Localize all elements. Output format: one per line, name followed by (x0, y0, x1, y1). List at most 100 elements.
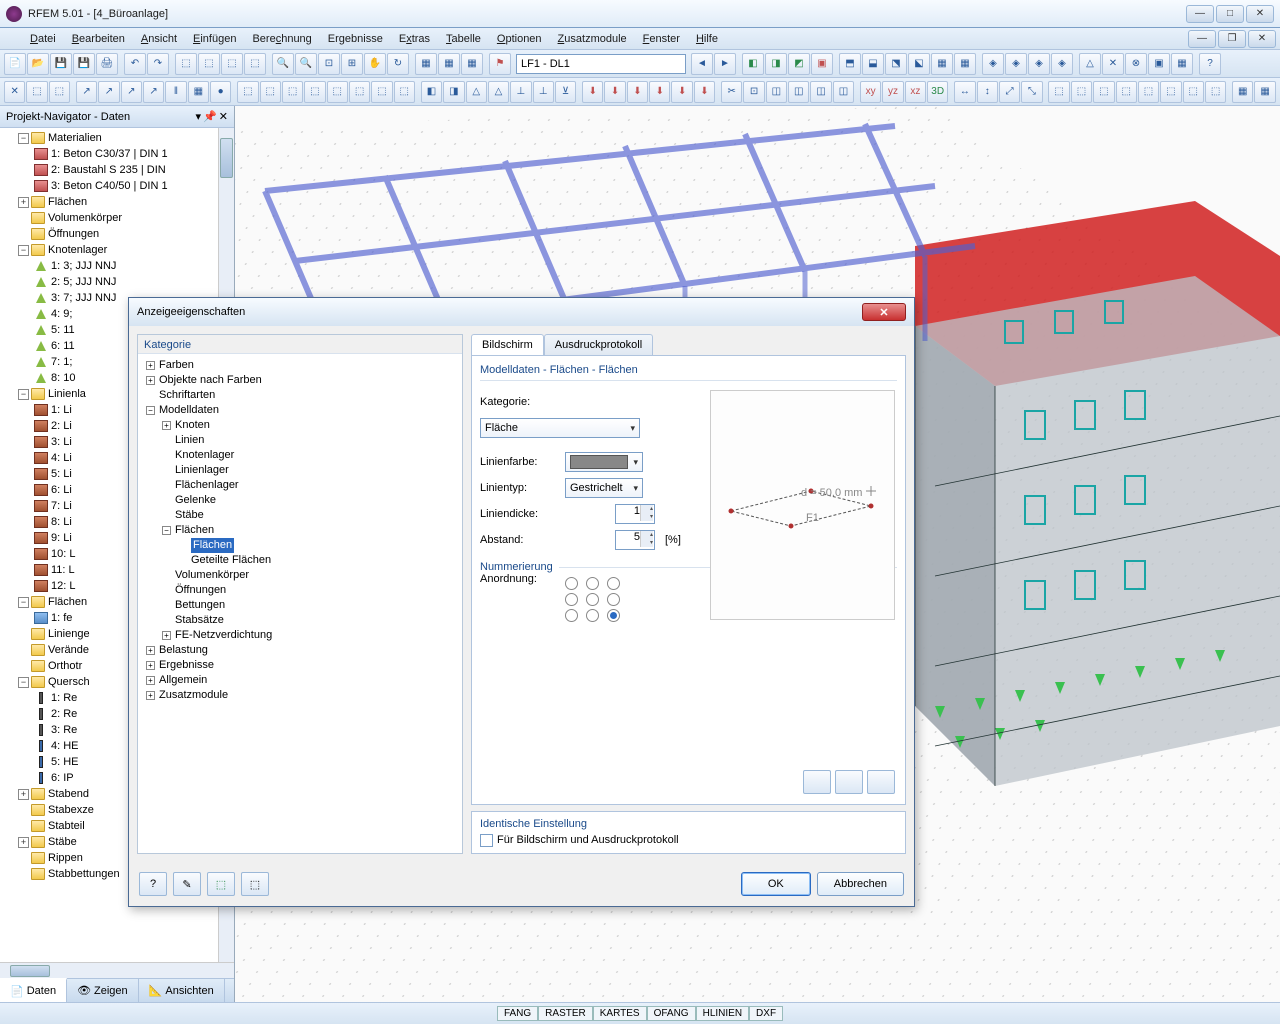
identical-checkbox[interactable] (480, 834, 493, 847)
t2-22[interactable]: △ (488, 81, 509, 103)
t2-5[interactable]: ↗ (98, 81, 119, 103)
tb-save[interactable]: 💾 (50, 53, 72, 75)
t2-20[interactable]: ◨ (443, 81, 464, 103)
tb-open[interactable]: 📂 (27, 53, 49, 75)
menu-fenster[interactable]: Fenster (637, 31, 686, 47)
t2-21[interactable]: △ (466, 81, 487, 103)
menu-zusatzmodule[interactable]: Zusatzmodule (552, 31, 633, 47)
tb-v2[interactable]: ⬓ (862, 53, 884, 75)
pos-bc[interactable] (586, 609, 599, 622)
tb-m2[interactable]: ✕ (1102, 53, 1124, 75)
t2-51[interactable]: ⬚ (1160, 81, 1181, 103)
tb-tb3[interactable]: ▦ (461, 53, 483, 75)
tb-v1[interactable]: ⬒ (839, 53, 861, 75)
nav-close-icon[interactable]: ✕ (219, 110, 228, 123)
tb-c2[interactable]: ◨ (765, 53, 787, 75)
dialog-close-button[interactable]: ✕ (862, 303, 906, 321)
t2-35[interactable]: ◫ (788, 81, 809, 103)
t2-8[interactable]: ‖ (165, 81, 186, 103)
tb-m4[interactable]: ▣ (1148, 53, 1170, 75)
spin-abstand[interactable]: 5 (615, 530, 655, 550)
tb-print[interactable]: 🖨 (96, 53, 118, 75)
tb-e1[interactable]: ◈ (982, 53, 1004, 75)
combo-linientyp[interactable]: Gestrichelt (565, 478, 643, 498)
tb-e3[interactable]: ◈ (1028, 53, 1050, 75)
spin-liniendicke[interactable]: 1 (615, 504, 655, 524)
tb-zoom4[interactable]: ⊞ (341, 53, 363, 75)
t2-52[interactable]: ⬚ (1183, 81, 1204, 103)
t2-28[interactable]: ⬇ (627, 81, 648, 103)
menu-ansicht[interactable]: Ansicht (135, 31, 183, 47)
tb-t4[interactable]: ⬚ (244, 53, 266, 75)
menu-hilfe[interactable]: Hilfe (690, 31, 724, 47)
mdi-restore[interactable]: ❐ (1218, 30, 1246, 48)
save-settings-button[interactable]: ⬚ (241, 872, 269, 896)
t2-39[interactable]: yz (882, 81, 903, 103)
t2-49[interactable]: ⬚ (1116, 81, 1137, 103)
tb-h1[interactable]: ? (1199, 53, 1221, 75)
pos-ml[interactable] (565, 593, 578, 606)
status-fang[interactable]: FANG (497, 1006, 538, 1021)
tool-settings-button[interactable] (867, 770, 895, 794)
combo-kategorie[interactable]: Fläche (480, 418, 640, 438)
default-button[interactable]: ⬚ (207, 872, 235, 896)
t2-26[interactable]: ⬇ (582, 81, 603, 103)
t2-15[interactable]: ⬚ (327, 81, 348, 103)
t2-29[interactable]: ⬇ (649, 81, 670, 103)
ok-button[interactable]: OK (741, 872, 811, 896)
status-ofang[interactable]: OFANG (647, 1006, 696, 1021)
t2-48[interactable]: ⬚ (1093, 81, 1114, 103)
nav-tab-daten[interactable]: 📄Daten (0, 978, 67, 1002)
menu-berechnung[interactable]: Berechnung (246, 31, 317, 47)
tb-redo[interactable]: ↷ (147, 53, 169, 75)
t2-13[interactable]: ⬚ (282, 81, 303, 103)
pos-mc[interactable] (586, 593, 599, 606)
tb-zoom5[interactable]: ✋ (364, 53, 386, 75)
t2-30[interactable]: ⬇ (671, 81, 692, 103)
tb-zoom6[interactable]: ↻ (387, 53, 409, 75)
t2-38[interactable]: xy (860, 81, 881, 103)
status-dxf[interactable]: DXF (749, 1006, 783, 1021)
status-raster[interactable]: RASTER (538, 1006, 593, 1021)
edit-button[interactable]: ✎ (173, 872, 201, 896)
t2-11[interactable]: ⬚ (237, 81, 258, 103)
pos-br[interactable] (607, 609, 620, 622)
tb-m5[interactable]: ▦ (1171, 53, 1193, 75)
t2-45[interactable]: ⤡ (1021, 81, 1042, 103)
t2-17[interactable]: ⬚ (371, 81, 392, 103)
status-hlinien[interactable]: HLINIEN (696, 1006, 749, 1021)
cancel-button[interactable]: Abbrechen (817, 872, 904, 896)
menu-tabelle[interactable]: Tabelle (440, 31, 487, 47)
t2-34[interactable]: ◫ (766, 81, 787, 103)
nav-tab-ansichten[interactable]: 📐Ansichten (139, 979, 225, 1002)
combo-linienfarbe[interactable] (565, 452, 643, 472)
menu-optionen[interactable]: Optionen (491, 31, 548, 47)
t2-16[interactable]: ⬚ (349, 81, 370, 103)
tool-font-button[interactable] (835, 770, 863, 794)
tb-saveall[interactable]: 💾 (73, 53, 95, 75)
unpin-icon[interactable]: 📌 (203, 110, 217, 123)
t2-14[interactable]: ⬚ (304, 81, 325, 103)
t2-41[interactable]: 3D (927, 81, 948, 103)
tool-axis-button[interactable] (803, 770, 831, 794)
tb-t2[interactable]: ⬚ (198, 53, 220, 75)
t2-55[interactable]: ▦ (1254, 81, 1275, 103)
tb-c3[interactable]: ◩ (788, 53, 810, 75)
t2-4[interactable]: ↗ (76, 81, 97, 103)
tb-c4[interactable]: ▣ (811, 53, 833, 75)
tb-c1[interactable]: ◧ (742, 53, 764, 75)
pos-mr[interactable] (607, 593, 620, 606)
tb-e2[interactable]: ◈ (1005, 53, 1027, 75)
close-window-button[interactable]: ✕ (1246, 5, 1274, 23)
category-tree[interactable]: +Farben +Objekte nach Farben Schriftarte… (138, 354, 462, 853)
tb-m3[interactable]: ⊗ (1125, 53, 1147, 75)
t2-25[interactable]: ⊻ (555, 81, 576, 103)
tb-v5[interactable]: ▦ (931, 53, 953, 75)
tb-v3[interactable]: ⬔ (885, 53, 907, 75)
t2-18[interactable]: ⬚ (394, 81, 415, 103)
tb-lc-next[interactable]: ► (714, 53, 736, 75)
t2-23[interactable]: ⊥ (510, 81, 531, 103)
pos-tl[interactable] (565, 577, 578, 590)
t2-47[interactable]: ⬚ (1071, 81, 1092, 103)
mdi-minimize[interactable]: — (1188, 30, 1216, 48)
